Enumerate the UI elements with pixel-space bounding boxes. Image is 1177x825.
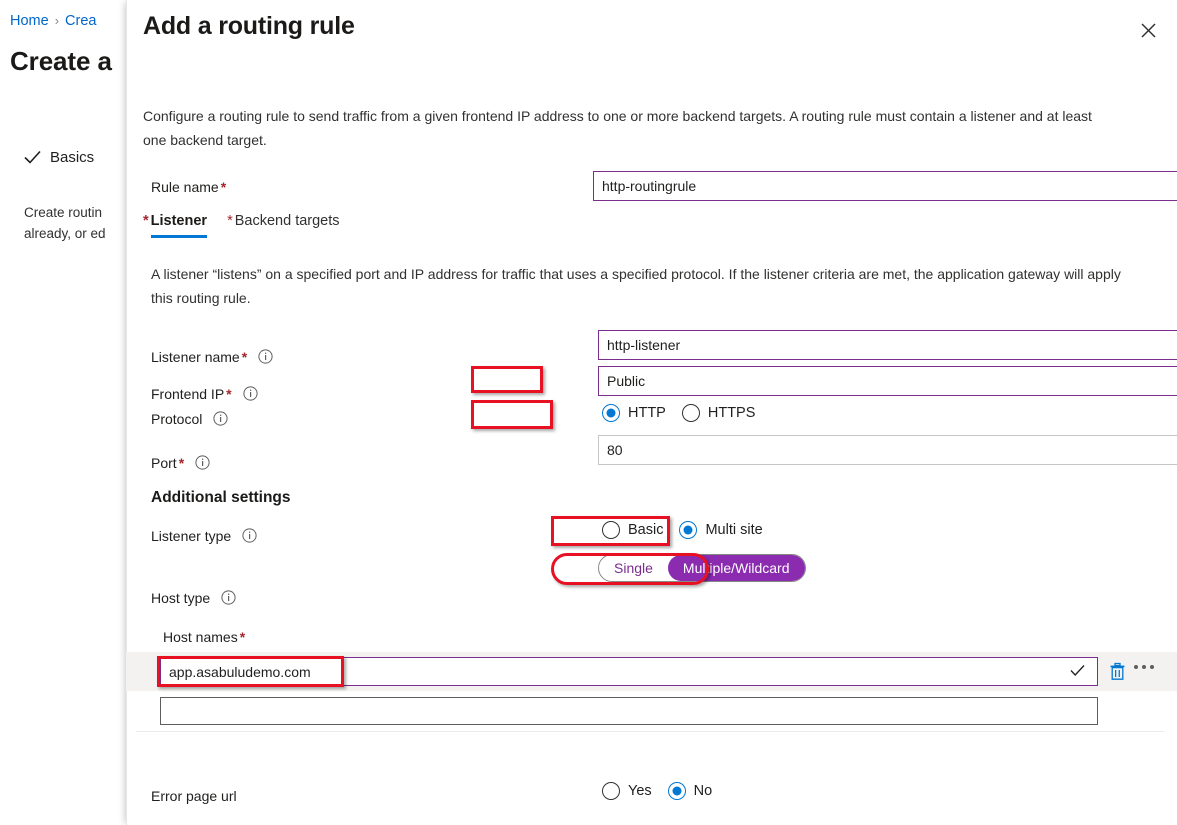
error-page-url-radio-no-label: No — [693, 783, 713, 799]
info-icon[interactable] — [242, 528, 257, 543]
protocol-label: Protocol — [151, 411, 228, 427]
listener-type-radio-group: Basic Multi site — [602, 521, 779, 539]
frontend-ip-label: Frontend IP * — [151, 386, 258, 402]
radio-dot-icon — [602, 404, 620, 422]
protocol-radio-http[interactable]: HTTP — [602, 404, 666, 422]
info-icon[interactable] — [213, 411, 228, 426]
listener-name-value: http-listener — [607, 337, 681, 353]
required-asterisk: * — [220, 179, 227, 195]
tab-listener[interactable]: * Listener — [143, 213, 208, 238]
close-icon[interactable] — [1132, 14, 1164, 46]
info-icon[interactable] — [258, 349, 273, 364]
info-icon[interactable] — [221, 590, 236, 605]
listener-name-label: Listener name * — [151, 349, 273, 365]
host-type-toggle: Single Multiple/Wildcard — [598, 554, 806, 582]
host-name-input[interactable]: app.asabuludemo.com — [160, 657, 1098, 686]
required-asterisk: * — [226, 386, 232, 402]
check-icon — [24, 149, 41, 166]
tab-backend-targets[interactable]: * Backend targets — [227, 213, 339, 238]
delete-icon[interactable] — [1109, 662, 1126, 684]
radio-dot-icon — [602, 521, 620, 539]
breadcrumb-current[interactable]: Crea — [65, 13, 96, 29]
listener-type-label: Listener type — [151, 528, 257, 544]
required-asterisk: * — [227, 213, 233, 229]
additional-settings-heading: Additional settings — [151, 489, 291, 506]
listener-type-radio-basic-label: Basic — [628, 522, 664, 538]
valid-check-icon — [1070, 664, 1085, 680]
listener-type-radio-multi-site-label: Multi site — [705, 522, 763, 538]
required-asterisk: * — [239, 629, 246, 645]
radio-dot-icon — [681, 404, 700, 422]
more-options-icon[interactable] — [1134, 665, 1154, 669]
error-page-url-radio-yes-label: Yes — [628, 783, 652, 799]
error-page-url-radio-group: Yes No — [602, 782, 728, 800]
rule-name-input[interactable]: http-routingrule — [593, 171, 1177, 201]
host-type-option-single[interactable]: Single — [599, 555, 668, 581]
listener-name-input[interactable]: http-listener — [598, 330, 1177, 360]
error-page-url-label: Error page url — [151, 788, 237, 804]
listener-type-radio-multi-site[interactable]: Multi site — [679, 521, 763, 539]
background-description: Create routin already, or ed — [24, 202, 106, 244]
tab-backend-targets-label: Backend targets — [234, 213, 340, 229]
wizard-step-basics-label: Basics — [50, 149, 95, 166]
background-description-line2: already, or ed — [24, 226, 106, 241]
frontend-ip-value: Public — [607, 373, 646, 389]
protocol-radio-http-label: HTTP — [628, 405, 666, 421]
required-asterisk: * — [241, 349, 248, 365]
required-asterisk: * — [143, 213, 149, 229]
error-page-url-radio-no[interactable]: No — [667, 782, 713, 800]
radio-dot-icon — [679, 521, 698, 539]
protocol-radio-https[interactable]: HTTPS — [681, 404, 756, 422]
tab-listener-label: Listener — [150, 213, 208, 229]
radio-dot-icon — [602, 782, 620, 800]
host-type-option-multiple-wildcard[interactable]: Multiple/Wildcard — [667, 555, 805, 581]
radio-dot-icon — [667, 782, 686, 800]
breadcrumb: Home › Crea — [10, 13, 96, 29]
blade-title: Add a routing rule — [143, 12, 355, 40]
blade-tabs: * Listener * Backend targets — [143, 213, 360, 238]
frontend-ip-dropdown[interactable]: Public — [598, 366, 1177, 396]
host-names-label: Host names * — [163, 629, 246, 645]
host-type-label: Host type — [151, 590, 236, 606]
info-icon[interactable] — [242, 386, 258, 401]
rule-name-value: http-routingrule — [602, 178, 697, 194]
required-asterisk: * — [178, 455, 185, 471]
blade-intro-text: Configure a routing rule to send traffic… — [143, 108, 1092, 148]
background-page: Home › Crea Create a Basics Create routin … — [0, 0, 128, 825]
port-label: Port * — [151, 455, 210, 471]
host-name-input-empty[interactable] — [160, 697, 1098, 725]
port-input[interactable]: 80 — [598, 435, 1177, 465]
listener-type-radio-basic[interactable]: Basic — [602, 521, 663, 539]
background-description-line1: Create routin — [24, 205, 103, 220]
port-value: 80 — [607, 442, 623, 458]
host-name-value: app.asabuludemo.com — [169, 663, 311, 680]
wizard-step-basics[interactable]: Basics — [24, 149, 94, 166]
listener-tab-description: A listener “listens” on a specified port… — [151, 266, 1121, 306]
error-page-url-radio-yes[interactable]: Yes — [602, 782, 652, 800]
page-title: Create a — [10, 46, 112, 76]
rule-name-label: Rule name * — [151, 179, 227, 195]
breadcrumb-home[interactable]: Home — [10, 13, 49, 29]
protocol-radio-https-label: HTTPS — [707, 405, 756, 421]
protocol-radio-group: HTTP HTTPS — [602, 404, 771, 422]
breadcrumb-separator-icon: › — [54, 13, 60, 28]
info-icon[interactable] — [195, 455, 210, 470]
section-divider — [136, 731, 1164, 732]
